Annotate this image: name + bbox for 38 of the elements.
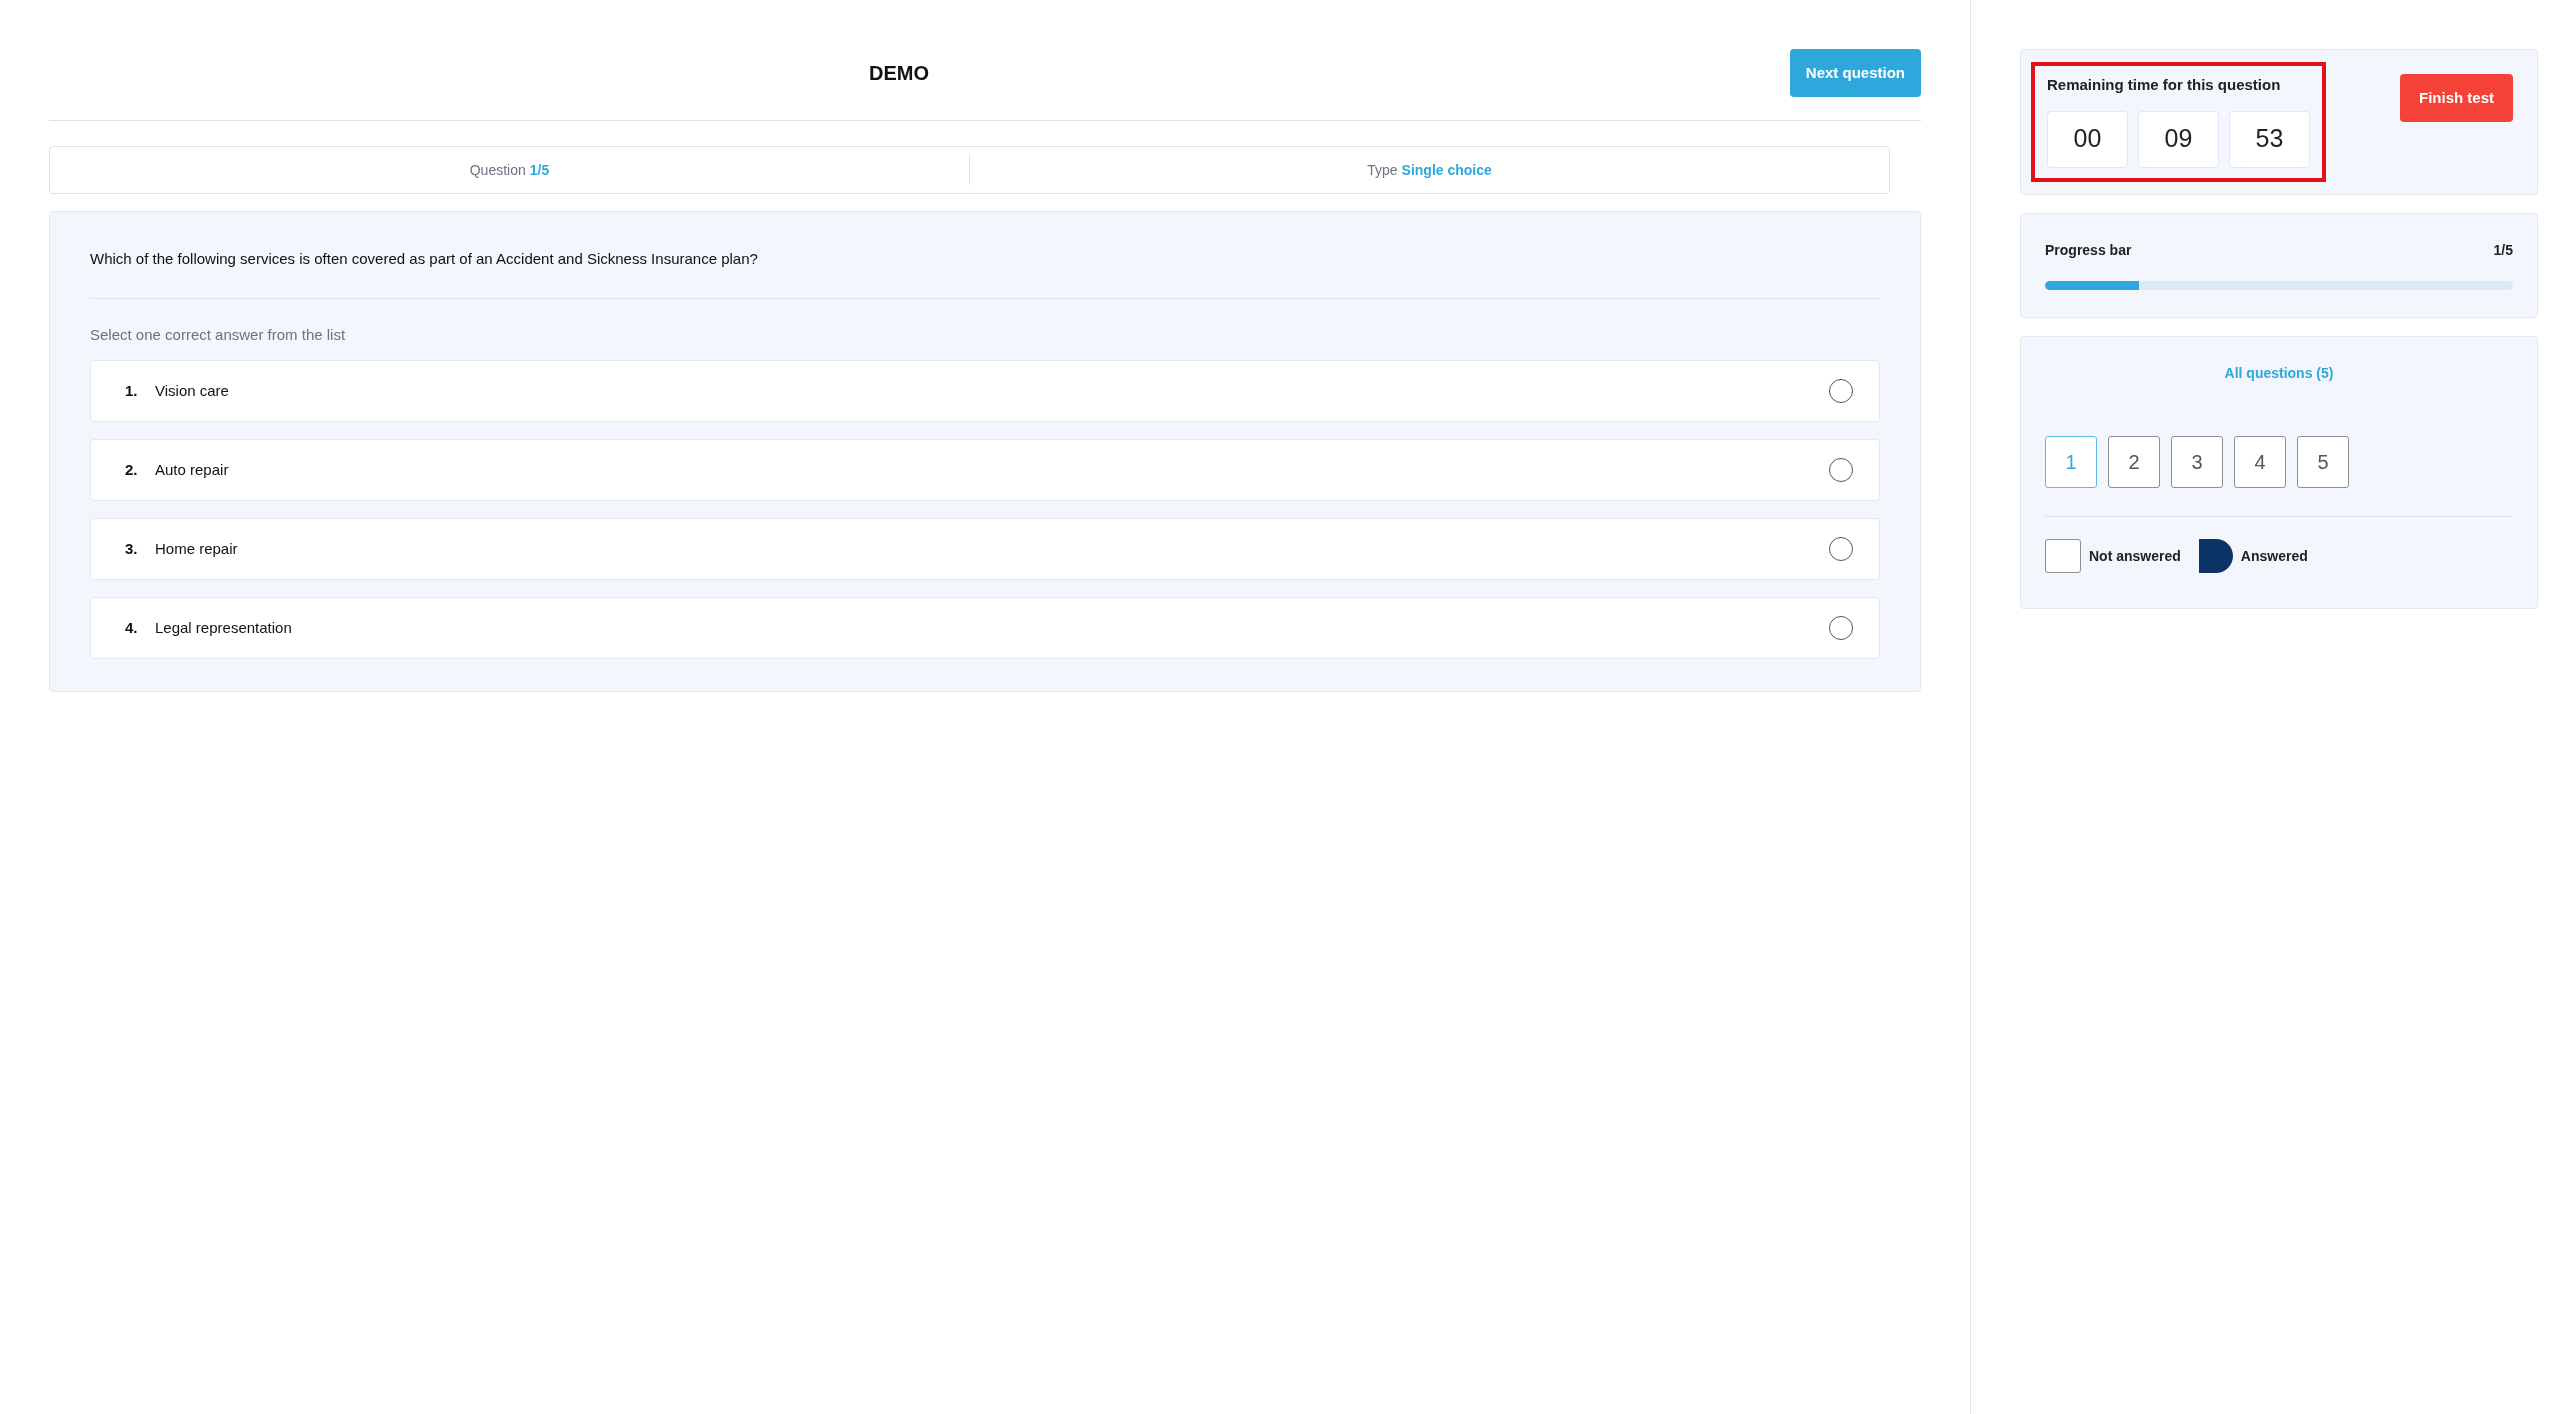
progress-title: Progress bar [2045,241,2132,260]
option-label: Legal representation [155,617,293,638]
page-title: DEMO [869,61,929,86]
not-answered-swatch [2045,539,2081,573]
legend-label: Not answered [2089,546,2181,566]
question-number-button[interactable]: 5 [2297,436,2349,488]
question-number-button[interactable]: 3 [2171,436,2223,488]
question-label: Question [469,160,526,180]
question-text: Which of the following services is often covered as part of an Accident and Sickness Insurance plan? [90,249,759,269]
minutes-display: 09 [2138,110,2219,168]
option-label: Auto repair [155,459,230,480]
question-counter: 1/5 [529,160,550,180]
timer-title: Remaining time for this question [2047,75,2282,95]
question-number-button[interactable]: 4 [2234,436,2286,488]
seconds-display: 53 [2229,110,2310,168]
type-label: Type [1367,160,1398,180]
option-number: 4. [125,617,139,638]
hours-display: 00 [2047,110,2128,168]
answered-swatch [2198,539,2233,573]
option-number: 1. [125,380,139,401]
answer-option[interactable]: 3. Home repair [90,518,1880,580]
option-number: 2. [125,459,139,480]
option-number: 3. [125,538,139,559]
progress-count: 1/5 [2493,241,2513,260]
radio-button[interactable] [1829,379,1853,403]
finish-test-button[interactable]: Finish test [2400,74,2513,122]
answer-option[interactable]: 4. Legal representation [90,597,1880,659]
question-type: Single choice [1401,160,1492,180]
option-label: Vision care [155,380,230,401]
radio-button[interactable] [1829,537,1853,561]
answer-option[interactable]: 1. Vision care [90,360,1880,422]
radio-button[interactable] [1829,458,1853,482]
answer-option[interactable]: 2. Auto repair [90,439,1880,501]
option-label: Home repair [155,538,239,559]
legend-label: Answered [2240,546,2308,566]
instruction-text: Select one correct answer from the list [90,324,347,345]
radio-button[interactable] [1829,616,1853,640]
question-number-button[interactable]: 2 [2108,436,2160,488]
